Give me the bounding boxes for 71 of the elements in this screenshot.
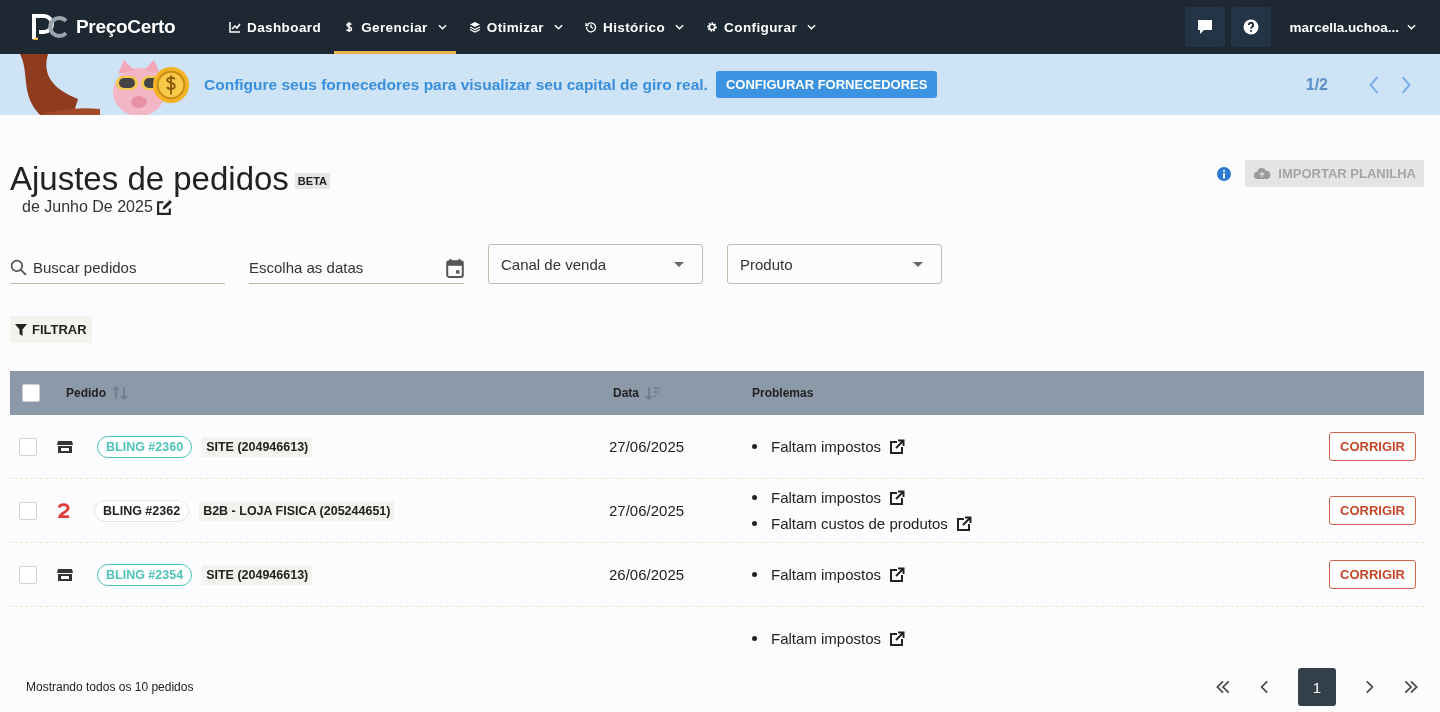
period-label: de Junho De 2025 xyxy=(22,198,153,216)
column-header: Problemas xyxy=(752,386,814,400)
coin-icon xyxy=(152,65,190,104)
last-page-icon[interactable] xyxy=(1402,678,1420,696)
external-link-icon[interactable] xyxy=(889,630,906,647)
logo-icon xyxy=(30,13,70,41)
product-dropdown[interactable]: Produto xyxy=(727,244,942,284)
info-icon[interactable] xyxy=(1217,166,1232,181)
fix-button[interactable]: CORRIGIR xyxy=(1329,560,1416,589)
order-tag: BLING #2360 xyxy=(97,435,193,458)
store-tag: SITE (204946613) xyxy=(202,564,313,585)
external-link-icon[interactable] xyxy=(889,489,906,506)
date-cell: 27/06/2025 xyxy=(609,502,685,519)
chart-icon xyxy=(229,21,241,33)
problem-item: Faltam impostos xyxy=(771,489,882,506)
select-all-checkbox[interactable] xyxy=(22,384,40,402)
marketplace-icon xyxy=(57,502,70,519)
external-link-icon[interactable] xyxy=(955,515,972,532)
results-summary: Mostrando todos os 10 pedidos xyxy=(26,680,194,694)
fix-button[interactable]: CORRIGIR xyxy=(1329,432,1416,461)
calendar-icon xyxy=(446,257,464,278)
history-icon xyxy=(585,21,597,33)
external-link-icon[interactable] xyxy=(889,438,906,455)
column-header[interactable]: Data xyxy=(613,386,639,400)
row-checkbox[interactable] xyxy=(19,501,37,520)
search-icon xyxy=(10,259,27,276)
user-menu[interactable]: marcella.uchoa... xyxy=(1289,19,1416,35)
chat-button[interactable] xyxy=(1185,7,1226,47)
first-page-icon[interactable] xyxy=(1214,678,1232,696)
page-button[interactable]: 1 xyxy=(1298,668,1336,706)
nav-menu-item[interactable]: Dashboard xyxy=(220,0,331,54)
chat-icon xyxy=(1197,19,1214,35)
brand-name: PreçoCerto xyxy=(76,16,176,38)
external-link-icon[interactable] xyxy=(889,566,906,583)
date-cell: 27/06/2025 xyxy=(609,438,685,455)
store-tag: SITE (204946613) xyxy=(202,436,313,457)
cloud-upload-icon xyxy=(1253,167,1272,180)
problem-item: Faltam impostos xyxy=(771,438,882,455)
order-tag: BLING #2362 xyxy=(94,499,190,522)
store-icon xyxy=(57,439,73,454)
layers-icon xyxy=(468,21,481,33)
sales-channel-dropdown[interactable]: Canal de venda xyxy=(488,244,703,284)
date-range-field[interactable]: Escolha as datas xyxy=(249,259,440,276)
store-icon xyxy=(57,567,73,582)
date-cell: 26/06/2025 xyxy=(609,566,685,583)
problem-item: Faltam impostos xyxy=(771,566,882,583)
row-checkbox[interactable] xyxy=(19,437,37,456)
column-header[interactable]: Pedido xyxy=(66,386,106,400)
caret-icon xyxy=(1407,24,1416,30)
order-tag: BLING #2354 xyxy=(97,563,193,586)
gear-icon xyxy=(706,21,719,33)
edit-icon[interactable] xyxy=(155,198,173,216)
problem-item: Faltam custos de produtos xyxy=(771,515,948,532)
nav-menu-item[interactable]: Histórico xyxy=(576,0,694,54)
dropdown-arrow-icon xyxy=(913,261,923,267)
fix-button[interactable]: CORRIGIR xyxy=(1329,496,1416,525)
help-button[interactable] xyxy=(1231,7,1272,47)
beta-tag: BETA xyxy=(294,173,330,189)
help-icon xyxy=(1243,19,1260,35)
dropdown-arrow-icon xyxy=(674,261,684,267)
store-tag: B2B - LOJA FISICA (205244651) xyxy=(199,500,395,521)
filter-icon xyxy=(15,323,27,336)
filter-button[interactable]: FILTRAR xyxy=(10,316,92,343)
row-checkbox[interactable] xyxy=(19,565,37,584)
banner-page-counter: 1/2 xyxy=(1305,75,1328,94)
problem-item: Faltam impostos xyxy=(771,630,882,647)
banner-message: Configure seus fornecedores para visualizar seu capital de giro real. xyxy=(204,75,708,94)
nav-menu-item[interactable]: Otimizar xyxy=(459,0,572,54)
page-title: Ajustes de pedidos xyxy=(10,160,289,198)
nav-menu-item[interactable]: Configurar xyxy=(697,0,826,54)
search-field[interactable]: Buscar pedidos xyxy=(33,259,225,276)
